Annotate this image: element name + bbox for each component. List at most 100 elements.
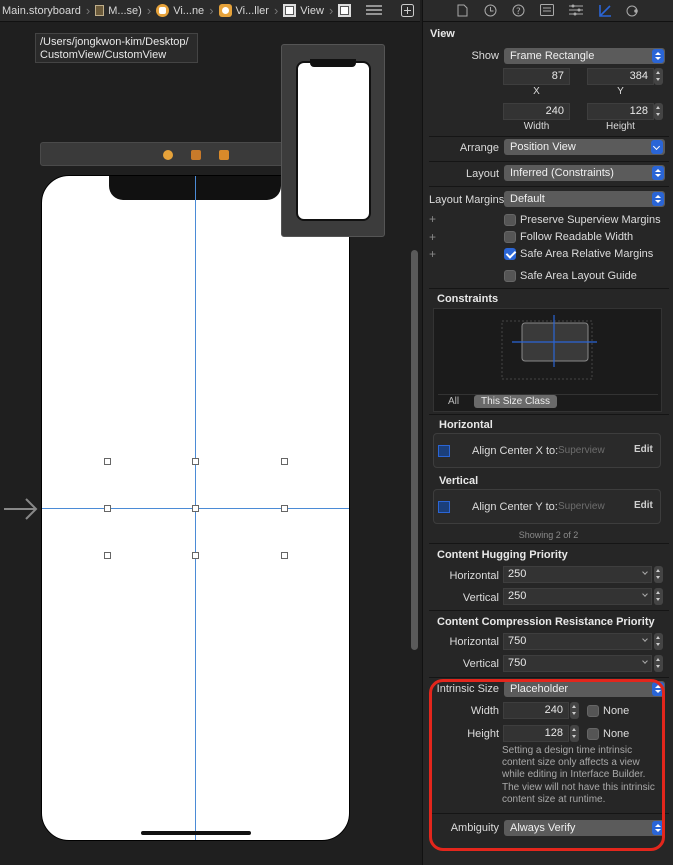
jumpbar-item-vc-scene[interactable]: Vi...ne — [154, 4, 206, 17]
resize-handle[interactable] — [104, 458, 111, 465]
jump-bar: Main.storyboard › M...se) › Vi...ne › Vi… — [0, 0, 420, 22]
jumpbar-label: View — [300, 4, 324, 17]
resize-handle[interactable] — [192, 505, 199, 512]
jumpbar-item-vc[interactable]: Vi...ller — [217, 4, 271, 17]
canvas-scrollbar[interactable] — [411, 250, 418, 650]
resize-handle[interactable] — [192, 552, 199, 559]
divider — [429, 288, 669, 289]
x-label: X — [533, 86, 540, 97]
comp-vertical-stepper[interactable] — [654, 655, 663, 672]
tab-this-size-class[interactable]: This Size Class — [474, 395, 557, 408]
x-field[interactable]: 87 — [503, 68, 570, 85]
jumpbar-item-subview[interactable] — [336, 4, 357, 17]
chevron-down-icon — [642, 569, 648, 575]
height-label: Height — [606, 121, 635, 132]
identity-inspector-icon[interactable] — [540, 4, 554, 18]
readable-width-label: Follow Readable Width — [520, 231, 634, 243]
tab-all[interactable]: All — [448, 396, 459, 407]
width-field[interactable]: 240 — [503, 103, 570, 120]
exit-icon[interactable] — [219, 150, 229, 160]
center-x-constraint-icon — [438, 445, 450, 457]
layout-label: Layout — [465, 168, 499, 180]
hug-vertical-field[interactable]: 250 — [503, 588, 652, 605]
hug-horizontal-field[interactable]: 250 — [503, 566, 652, 583]
view-section-title: View — [430, 28, 455, 40]
y-field[interactable]: 384 — [587, 68, 654, 85]
compression-title: Content Compression Resistance Priority — [437, 616, 655, 628]
plus-icon[interactable]: + — [429, 230, 436, 244]
minimap[interactable] — [281, 44, 385, 237]
file-inspector-icon[interactable] — [455, 4, 469, 18]
height-field[interactable]: 128 — [587, 103, 654, 120]
horizontal-target: Superview — [558, 445, 605, 456]
jumpbar-item-view[interactable]: View — [281, 4, 326, 17]
arrange-popup[interactable]: Position View — [504, 139, 665, 155]
jumpbar-label: Vi...ne — [173, 4, 205, 17]
horizontal-title: Horizontal — [439, 419, 493, 431]
edit-button[interactable]: Edit — [634, 444, 653, 455]
comp-vertical-label: Vertical — [462, 658, 499, 670]
svg-text:?: ? — [516, 7, 521, 17]
jumpbar-item-storyboard[interactable]: Main.storyboard — [0, 5, 83, 17]
horizontal-constraint-row[interactable]: Align Center X to: Superview Edit — [433, 433, 661, 468]
safe-area-margins-checkbox[interactable] — [504, 248, 516, 260]
jumpbar-item-scene[interactable]: M...se) — [93, 5, 144, 17]
device-frame[interactable] — [41, 175, 350, 841]
resize-handle[interactable] — [281, 458, 288, 465]
chevron-down-icon — [642, 591, 648, 597]
resize-handle[interactable] — [104, 505, 111, 512]
showing-count: Showing 2 of 2 — [518, 530, 579, 540]
list-icon[interactable] — [364, 4, 384, 16]
preserve-margins-checkbox[interactable] — [504, 214, 516, 226]
popup-stepper-icon — [652, 192, 664, 206]
readable-width-checkbox[interactable] — [504, 231, 516, 243]
plus-icon[interactable]: + — [429, 247, 436, 261]
hug-vertical-stepper[interactable] — [654, 588, 663, 605]
safe-area-guide-checkbox[interactable] — [504, 270, 516, 282]
layout-popup[interactable]: Inferred (Constraints) — [504, 165, 665, 181]
resize-handle[interactable] — [281, 505, 288, 512]
attributes-inspector-icon[interactable] — [569, 4, 583, 18]
comp-vertical-value: 750 — [508, 657, 527, 669]
help-inspector-icon[interactable]: ? — [511, 4, 525, 18]
entry-point-arrow-icon — [4, 498, 38, 520]
divider — [429, 610, 669, 611]
comp-horizontal-label: Horizontal — [449, 636, 499, 648]
inspector-tabs: ? — [423, 0, 673, 22]
comp-horizontal-field[interactable]: 750 — [503, 633, 652, 650]
vertical-constraint-row[interactable]: Align Center Y to: Superview Edit — [433, 489, 661, 524]
resize-handle[interactable] — [281, 552, 288, 559]
add-editor-icon[interactable] — [399, 4, 416, 17]
hug-horizontal-value: 250 — [508, 568, 527, 580]
constraints-diagram[interactable]: All This Size Class — [433, 308, 662, 412]
layout-margins-popup[interactable]: Default — [504, 191, 665, 207]
layout-margins-value: Default — [510, 193, 545, 205]
scene-dock — [40, 142, 292, 166]
path-tooltip: /Users/jongkwon-kim/Desktop/ CustomView/… — [35, 33, 198, 63]
comp-horizontal-stepper[interactable] — [654, 633, 663, 650]
height-stepper[interactable] — [654, 103, 663, 120]
resize-handle[interactable] — [192, 458, 199, 465]
show-popup[interactable]: Frame Rectangle — [504, 48, 665, 64]
connections-inspector-icon[interactable] — [626, 4, 640, 18]
view-icon — [338, 4, 352, 17]
show-label: Show — [471, 50, 499, 62]
history-inspector-icon[interactable] — [483, 4, 497, 18]
vertical-constraint-label: Align Center Y to: — [472, 501, 558, 513]
y-stepper[interactable] — [654, 68, 663, 85]
first-responder-icon[interactable] — [191, 150, 201, 160]
comp-horizontal-value: 750 — [508, 635, 527, 647]
path-line-2: CustomView/CustomView — [40, 49, 167, 61]
edit-button[interactable]: Edit — [634, 500, 653, 511]
comp-vertical-field[interactable]: 750 — [503, 655, 652, 672]
chevron-right-icon: › — [146, 3, 152, 18]
resize-handle[interactable] — [104, 552, 111, 559]
layout-margins-label: Layout Margins — [429, 194, 505, 206]
size-inspector-icon[interactable] — [598, 4, 612, 18]
horizontal-constraint-label: Align Center X to: — [472, 445, 559, 457]
hug-horizontal-stepper[interactable] — [654, 566, 663, 583]
view-controller-icon[interactable] — [163, 150, 173, 160]
width-label: Width — [523, 121, 550, 132]
plus-icon[interactable]: + — [429, 212, 436, 226]
divider — [429, 543, 669, 544]
